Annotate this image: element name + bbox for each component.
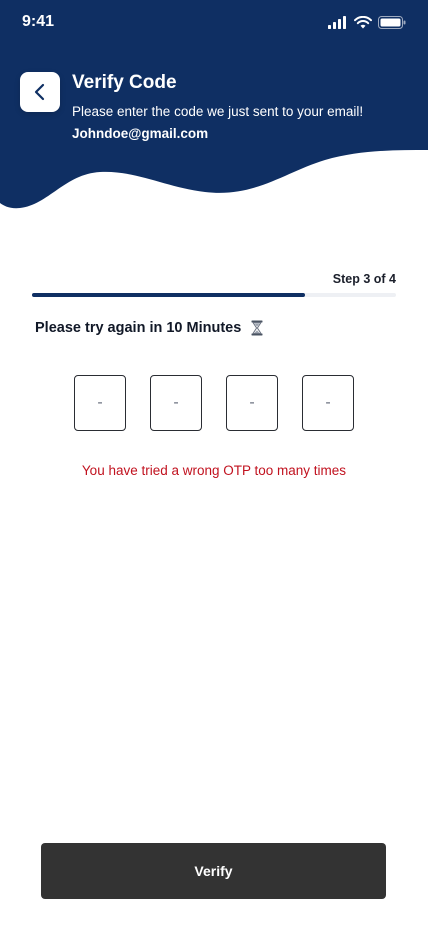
verify-button[interactable]: Verify <box>41 843 386 899</box>
otp-digit-input[interactable]: - <box>302 375 354 431</box>
status-time: 9:41 <box>22 13 55 30</box>
otp-digit-input[interactable]: - <box>226 375 278 431</box>
wifi-icon <box>354 16 372 29</box>
error-message: You have tried a wrong OTP too many time… <box>81 463 347 478</box>
retry-message: Please try again in 10 Minutes <box>35 320 263 336</box>
otp-digit-input[interactable]: - <box>74 375 126 431</box>
otp-input-group: - - - - <box>74 375 354 431</box>
chevron-left-icon <box>34 83 45 101</box>
header-subtitle: Please enter the code we just sent to yo… <box>72 101 372 145</box>
subtitle-text: Please enter the code we just sent to yo… <box>72 104 364 119</box>
email-address: Johndoe@gmail.com <box>72 126 209 141</box>
retry-text: Please try again in 10 Minutes <box>35 320 242 336</box>
status-icons <box>328 16 406 29</box>
hourglass-icon <box>251 320 263 336</box>
cellular-signal-icon <box>328 16 346 29</box>
verify-code-screen: 9:41 Verify Code Please enter the code w… <box>0 0 428 926</box>
back-button[interactable] <box>20 72 60 112</box>
progress-fill <box>32 293 305 297</box>
progress-bar <box>32 293 396 297</box>
battery-icon <box>378 16 406 29</box>
step-indicator: Step 3 of 4 <box>332 272 396 286</box>
status-bar: 9:41 <box>0 0 428 48</box>
page-title: Verify Code <box>72 72 177 93</box>
otp-digit-input[interactable]: - <box>150 375 202 431</box>
